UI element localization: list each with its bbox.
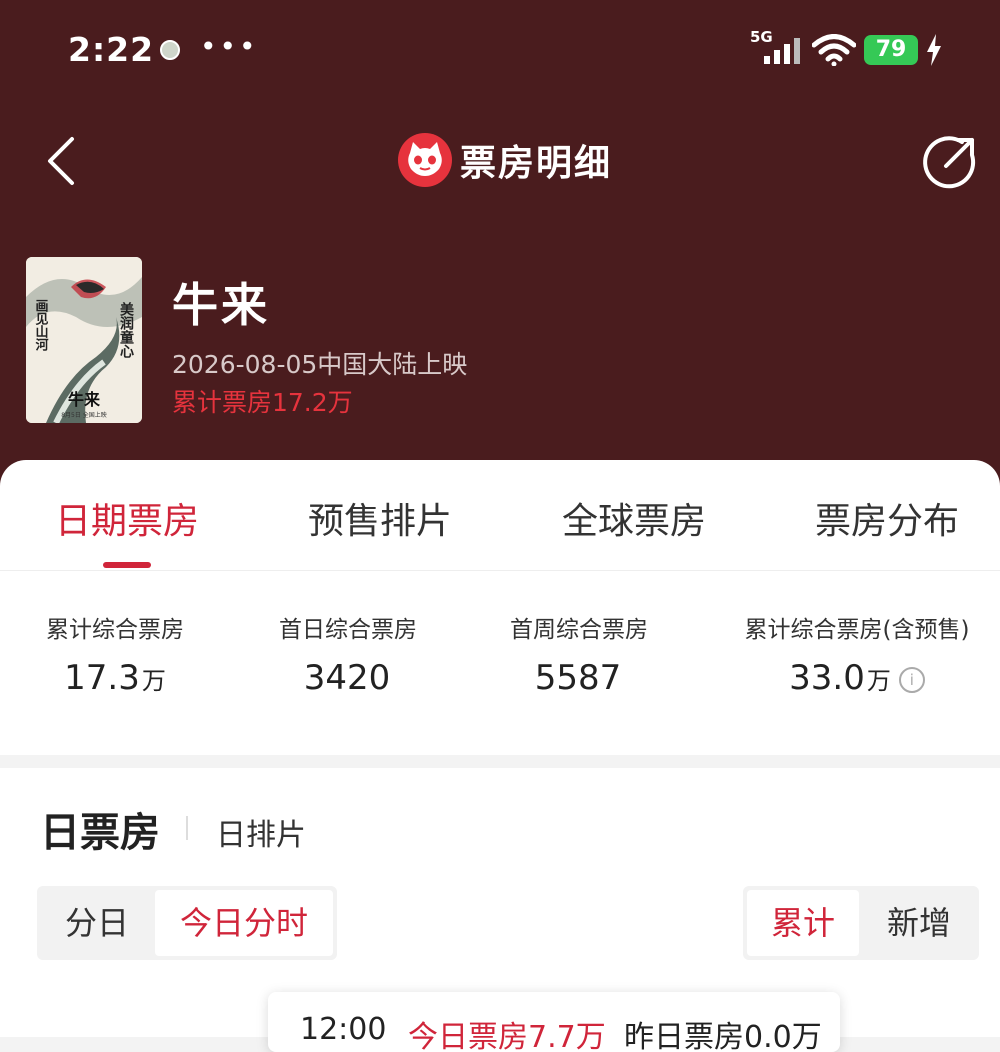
movie-title: 牛来	[172, 278, 270, 332]
tooltip-yesterday: 昨日票房0.0万	[624, 1020, 822, 1052]
stat-number: 17.3	[64, 658, 140, 698]
active-tab-indicator	[103, 562, 151, 568]
stat-first-day: 首日综合票房 3420	[272, 610, 424, 698]
stat-label: 累计综合票房	[46, 617, 184, 643]
nav-title-group: 票房明细	[398, 130, 612, 190]
stat-value: 3420	[272, 658, 424, 698]
stat-value: 17.3万	[40, 658, 190, 698]
nav-bar: 票房明细	[0, 115, 1000, 205]
segment-today-hourly[interactable]: 今日分时	[155, 890, 333, 956]
stat-unit: 万	[866, 667, 891, 695]
poster-text-1: 美润童心	[118, 301, 134, 359]
stat-number: 33.0	[789, 658, 865, 698]
chart-tooltip: 12:00 今日票房7.7万 昨日票房0.0万	[268, 992, 840, 1052]
tooltip-time: 12:00	[300, 1012, 387, 1047]
tab-presale-schedule[interactable]: 预售排片	[308, 492, 452, 544]
stat-number: 5587	[534, 658, 622, 698]
poster-art: 美润童心 画见山河 牛来 8月5日 全国上映	[26, 257, 142, 423]
segment-by-day[interactable]: 分日	[41, 890, 153, 956]
box-office-card: 日期票房 预售排片 全球票房 票房分布 累计综合票房 17.3万 首日综合票房 …	[0, 460, 1000, 755]
stat-first-week: 首周综合票房 5587	[503, 610, 655, 698]
poster-text-3: 牛来	[68, 390, 101, 409]
poster-text-4: 8月5日 全国上映	[61, 411, 107, 419]
stat-number: 3420	[303, 658, 391, 698]
segment-cumulative[interactable]: 累计	[747, 890, 859, 956]
header: 2:22 ••• 5G 79 票房明细 美润童心 画见山河 牛来 8月5日 全国…	[0, 0, 1000, 500]
movie-poster[interactable]: 美润童心 画见山河 牛来 8月5日 全国上映	[26, 257, 142, 423]
back-button[interactable]	[38, 135, 86, 187]
stat-label: 首日综合票房	[279, 617, 417, 643]
more-notifications-icon: •••	[200, 30, 259, 63]
poster-text-2: 画见山河	[33, 299, 49, 352]
share-button[interactable]	[922, 133, 980, 191]
battery-icon: 79	[864, 35, 918, 65]
cell-signal-icon	[764, 38, 800, 64]
tooltip-today: 今日票房7.7万	[408, 1020, 606, 1052]
wifi-icon	[812, 34, 856, 66]
charging-icon	[927, 34, 941, 66]
info-icon[interactable]: i	[898, 666, 925, 693]
stat-label: 首周综合票房	[510, 617, 648, 643]
value-mode-segment: 累计 新增	[743, 886, 979, 960]
movie-info: 美润童心 画见山河 牛来 8月5日 全国上映 牛来 2026-08-05中国大陆…	[26, 257, 986, 427]
date-mode-segment: 分日 今日分时	[37, 886, 337, 960]
stat-unit: 万	[141, 667, 166, 695]
stat-cumulative: 累计综合票房 17.3万	[40, 610, 190, 698]
segment-increment[interactable]: 新增	[863, 890, 975, 956]
page-title: 票房明细	[460, 143, 613, 184]
status-time: 2:22	[68, 30, 155, 69]
status-bar: 2:22 ••• 5G 79	[0, 0, 1000, 100]
section-divider	[186, 816, 188, 840]
stat-cumulative-presale: 累计综合票房(含预售) 33.0万 i	[736, 610, 978, 698]
movie-total-box-office: 累计票房17.2万	[172, 388, 353, 417]
stats-row: 累计综合票房 17.3万 首日综合票房 3420 首周综合票房 5587 累计综…	[0, 610, 1000, 710]
tab-bar: 日期票房 预售排片 全球票房 票房分布	[0, 460, 1000, 571]
tab-daily-box-office[interactable]: 日期票房	[55, 492, 199, 544]
section-subtitle-schedule[interactable]: 日排片	[216, 810, 306, 854]
notification-app-icon	[160, 40, 180, 60]
section-title[interactable]: 日票房	[40, 800, 160, 858]
tab-global-box-office[interactable]: 全球票房	[562, 492, 706, 544]
movie-release-date: 2026-08-05中国大陆上映	[172, 350, 468, 379]
tab-box-office-distribution[interactable]: 票房分布	[815, 492, 959, 544]
stat-value: 33.0万 i	[736, 658, 978, 698]
stat-label: 累计综合票房(含预售)	[744, 617, 970, 643]
stat-value: 5587	[503, 658, 655, 698]
maoyan-cat-logo-icon	[398, 133, 452, 187]
daily-box-office-section: 日票房 日排片 分日 今日分时 累计 新增 12:00 今日票房7.7万 昨日票…	[0, 768, 1000, 1052]
